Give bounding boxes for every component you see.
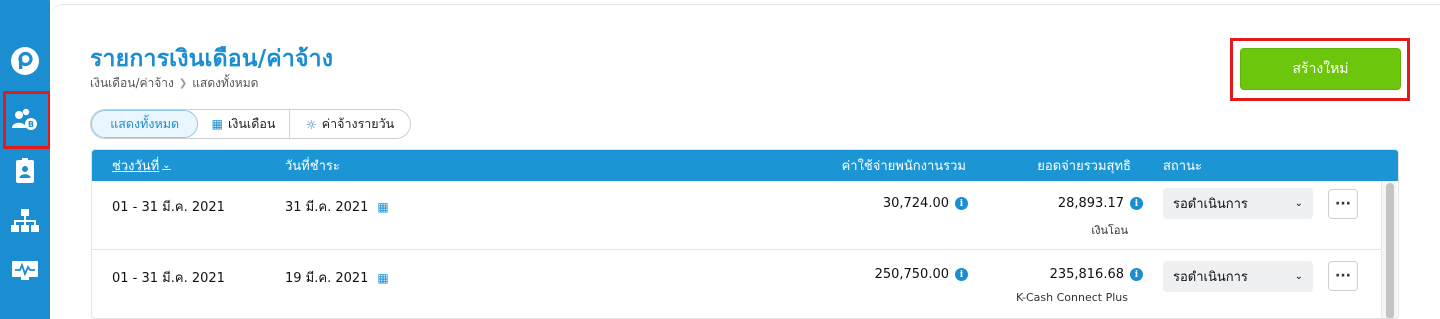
more-options-button[interactable]: ···: [1328, 189, 1358, 219]
chevron-right-icon: ❯: [178, 78, 188, 89]
table-row: 01 - 31 มี.ค. 2021 19 มี.ค. 2021 ▦ 250,7…: [92, 251, 1382, 318]
tab-salary[interactable]: ▦ เงินเดือน: [198, 110, 290, 138]
period-cell: 01 - 31 มี.ค. 2021: [112, 200, 225, 215]
page-title: รายการเงินเดือน/ค่าจ้าง: [90, 46, 334, 72]
payment-method: เงินโอน: [1091, 224, 1128, 237]
sun-icon: ☼: [305, 116, 317, 132]
filter-tabs: แสดงทั้งหมด ▦ เงินเดือน ☼ ค่าจ้างรายวัน: [90, 109, 411, 139]
column-header-net-total: ยอดจ่ายรวมสุทธิ: [1037, 159, 1131, 174]
ellipsis-icon: ···: [1335, 196, 1351, 212]
total-cost-cell: 30,724.00 i: [883, 196, 968, 211]
org-chart-icon[interactable]: [9, 205, 41, 237]
pay-date-text: 31 มี.ค. 2021: [285, 200, 369, 215]
total-cost-cell: 250,750.00 i: [875, 267, 968, 282]
tab-label: แสดงทั้งหมด: [110, 116, 180, 131]
table-row: 01 - 31 มี.ค. 2021 31 มี.ค. 2021 ▦ 30,72…: [92, 182, 1382, 250]
chevron-down-icon: ⌄: [162, 160, 171, 171]
column-header-period[interactable]: ช่วงวันที่ ⌄: [112, 150, 171, 181]
calendar-icon: ▦: [211, 117, 224, 131]
status-value: รอดำเนินการ: [1173, 270, 1248, 285]
column-header-pay-date: วันที่ชำระ: [285, 159, 340, 174]
tab-label: ค่าจ้างรายวัน: [321, 116, 395, 131]
scrollbar-thumb[interactable]: [1386, 183, 1394, 318]
breadcrumb-item-all: แสดงทั้งหมด: [192, 76, 259, 90]
pay-date-text: 19 มี.ค. 2021: [285, 271, 369, 286]
period-cell: 01 - 31 มี.ค. 2021: [112, 271, 225, 286]
info-icon[interactable]: i: [955, 268, 968, 281]
chevron-down-icon: ⌄: [1294, 271, 1303, 282]
table-header: ช่วงวันที่ ⌄ วันที่ชำระ ค่าใช้จ่ายพนักงา…: [92, 150, 1398, 181]
payment-method: K-Cash Connect Plus: [1015, 291, 1128, 304]
status-value: รอดำเนินการ: [1173, 197, 1248, 212]
info-icon[interactable]: i: [1130, 197, 1143, 210]
monitor-icon[interactable]: [9, 255, 41, 287]
pay-date-cell: 19 มี.ค. 2021 ▦: [285, 267, 389, 288]
total-cost-value: 250,750.00: [874, 267, 949, 282]
total-cost-value: 30,724.00: [882, 196, 949, 211]
tab-daily-wage[interactable]: ☼ ค่าจ้างรายวัน: [290, 110, 410, 138]
breadcrumb: เงินเดือน/ค่าจ้าง ❯ แสดงทั้งหมด: [90, 74, 258, 93]
calendar-icon[interactable]: ▦: [377, 271, 388, 285]
pay-date-cell: 31 มี.ค. 2021 ▦: [285, 196, 389, 217]
column-header-total-cost: ค่าใช้จ่ายพนักงานรวม: [841, 159, 966, 174]
create-new-button[interactable]: สร้างใหม่: [1240, 48, 1401, 90]
info-icon[interactable]: i: [955, 197, 968, 210]
chevron-down-icon: ⌄: [1294, 198, 1303, 209]
employee-card-icon[interactable]: [9, 155, 41, 187]
info-icon[interactable]: i: [1130, 268, 1143, 281]
calendar-icon[interactable]: ▦: [377, 200, 388, 214]
net-total-value: 235,816.68: [1049, 267, 1124, 282]
column-header-status: สถานะ: [1163, 159, 1202, 174]
payroll-table: ช่วงวันที่ ⌄ วันที่ชำระ ค่าใช้จ่ายพนักงา…: [91, 149, 1399, 319]
net-total-cell: 28,893.17 i: [1058, 196, 1143, 211]
sidebar: B: [0, 0, 50, 319]
vertical-scrollbar[interactable]: [1381, 181, 1397, 318]
sidebar-highlight-box: [3, 91, 51, 149]
net-total-cell: 235,816.68 i: [1050, 267, 1143, 282]
ellipsis-icon: ···: [1335, 268, 1351, 284]
status-select[interactable]: รอดำเนินการ ⌄: [1163, 261, 1313, 292]
more-options-button[interactable]: ···: [1328, 261, 1358, 291]
column-header-label: ช่วงวันที่: [112, 159, 160, 174]
tab-label: เงินเดือน: [228, 116, 276, 131]
logo-icon[interactable]: [9, 45, 41, 77]
net-total-value: 28,893.17: [1057, 196, 1124, 211]
breadcrumb-item-payroll[interactable]: เงินเดือน/ค่าจ้าง: [90, 74, 174, 93]
app-window: B รายการเงินเดือน/ค่าจ้าง เงินเดือน/ค่าจ…: [0, 0, 1440, 319]
tab-show-all[interactable]: แสดงทั้งหมด: [91, 110, 199, 138]
status-select[interactable]: รอดำเนินการ ⌄: [1163, 188, 1313, 219]
